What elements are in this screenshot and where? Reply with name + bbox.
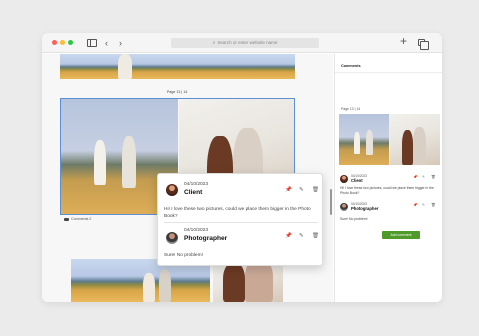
photo-figure: [354, 132, 360, 154]
delete-icon[interactable]: 🗑: [431, 203, 436, 207]
comment-popup: 04/10/2023 Client 📌 ✎ 🗑 Hi! I love these…: [157, 173, 323, 266]
close-window-button[interactable]: [52, 40, 57, 45]
panel-page-label: Page 13 | 14: [341, 107, 361, 111]
comment-date: 04/10/2023: [184, 182, 209, 187]
comment-text: Sure! No problem!: [164, 253, 203, 258]
comment-author: Photographer: [351, 206, 379, 211]
comment-author: Client: [351, 178, 363, 183]
comments-count-label: Comments 2: [71, 217, 92, 221]
forward-arrow-icon[interactable]: ›: [119, 37, 122, 49]
comment-text: Hi! I love these two pictures, could we …: [340, 186, 434, 195]
pin-icon[interactable]: 📌: [413, 203, 417, 207]
address-bar[interactable]: ⌕ Search or enter website name: [171, 38, 319, 48]
photo-figure: [223, 263, 245, 302]
delete-icon[interactable]: 🗑: [431, 175, 436, 179]
search-icon: ⌕: [212, 40, 216, 46]
photo-figure: [366, 130, 373, 155]
comment-text: Sure! No problem!: [340, 217, 368, 221]
thumb-photo-right: [390, 114, 440, 165]
comment-divider: [164, 222, 318, 223]
edit-icon[interactable]: ✎: [299, 233, 304, 239]
thumb-photo-left: [339, 114, 389, 165]
page-number-label: Page 13 | 14: [167, 90, 188, 94]
photo-figure: [143, 273, 155, 302]
new-tab-icon[interactable]: +: [400, 35, 407, 47]
back-arrow-icon[interactable]: ‹: [105, 37, 108, 49]
minimize-window-button[interactable]: [60, 40, 65, 45]
edit-icon[interactable]: ✎: [422, 175, 425, 179]
browser-toolbar: ‹ › ⌕ Search or enter website name +: [42, 33, 442, 53]
vertical-scrollbar[interactable]: [330, 189, 332, 215]
pin-icon[interactable]: 📌: [285, 187, 292, 193]
spread-thumbnail[interactable]: [339, 114, 440, 165]
delete-icon[interactable]: 🗑: [312, 187, 319, 193]
pin-icon[interactable]: 📌: [285, 233, 292, 239]
sidebar-toggle-icon[interactable]: [87, 39, 97, 47]
comment-author: Client: [184, 189, 203, 196]
comment-bubble-icon: [64, 217, 69, 221]
comment-text: Hi! I love these two pictures, could we …: [164, 207, 311, 219]
comments-panel: Comments Page 13 | 14 04/10/2023 Client …: [334, 54, 442, 302]
edit-icon[interactable]: ✎: [299, 187, 304, 193]
maximize-window-button[interactable]: [68, 40, 73, 45]
photo-figure: [118, 54, 132, 79]
comment-date: 04/10/2023: [184, 228, 209, 233]
add-comment-button[interactable]: Add comment: [382, 231, 420, 239]
panel-title: Comments: [341, 64, 361, 68]
photo-figure: [413, 127, 426, 165]
photo-prev-spread[interactable]: [60, 54, 295, 79]
photo-figure: [402, 130, 413, 165]
avatar: [166, 232, 178, 244]
comment-author: Photographer: [184, 235, 228, 242]
comments-tag[interactable]: Comments 2: [64, 217, 91, 221]
delete-icon[interactable]: 🗑: [312, 233, 319, 239]
photo-figure: [159, 269, 171, 302]
avatar: [340, 175, 348, 183]
pin-icon[interactable]: 📌: [413, 175, 417, 179]
avatar: [340, 203, 348, 211]
address-placeholder: Search or enter website name: [217, 40, 278, 45]
avatar: [166, 184, 178, 196]
tabs-overview-icon[interactable]: [418, 39, 429, 50]
edit-icon[interactable]: ✎: [422, 203, 425, 207]
panel-divider: [335, 72, 442, 73]
